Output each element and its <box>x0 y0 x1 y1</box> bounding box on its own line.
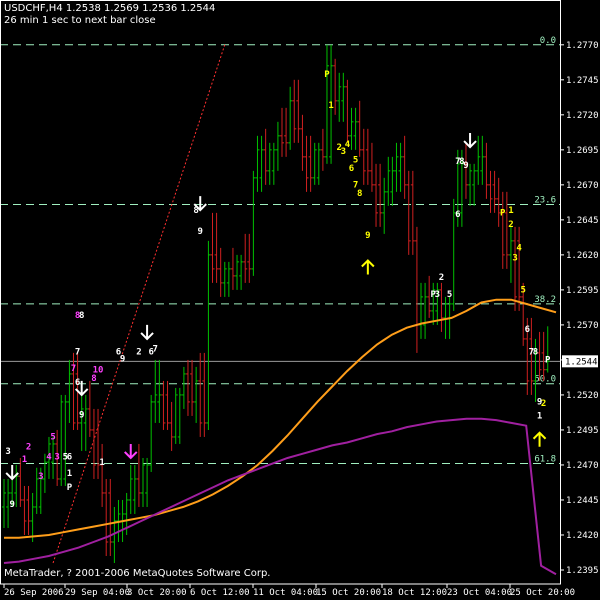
wave-label: P <box>545 356 551 366</box>
y-tick-label: 1.2420 <box>566 531 599 541</box>
y-tick-label: 1.2595 <box>566 286 599 296</box>
x-tick-label: 26 Sep 2006 <box>4 588 64 598</box>
wave-label: 10 <box>93 366 104 376</box>
y-tick-label: 1.2445 <box>566 496 599 506</box>
copyright-text: MetaTrader, ? 2001-2006 MetaQuotes Softw… <box>4 568 271 579</box>
wave-label: 1 <box>99 458 104 468</box>
x-tick-label: 23 Oct 04:00 <box>447 588 512 598</box>
wave-label: 3 <box>54 452 59 462</box>
current-price-label: 1.2544 <box>565 357 598 367</box>
wave-label: 6 <box>349 164 354 174</box>
wave-label: 3 <box>38 472 43 482</box>
wave-label: P <box>500 209 506 219</box>
wave-label: 2 <box>136 347 141 357</box>
wave-label: 4 <box>46 452 52 462</box>
wave-label: 7 <box>153 345 158 355</box>
x-tick-label: 15 Oct 20:00 <box>316 588 381 598</box>
wave-label: 1 <box>508 206 513 216</box>
x-tick-label: 29 Sep 04:00 <box>65 588 130 598</box>
y-tick-label: 1.2720 <box>566 111 599 121</box>
wave-label: 6 <box>525 325 530 335</box>
y-tick-label: 1.2695 <box>566 146 599 156</box>
bar-timer: 26 min 1 sec to next bar close <box>4 15 156 26</box>
symbol-header: USDCHF,H4 1.2538 1.2569 1.2536 1.2544 <box>4 3 216 14</box>
y-tick-label: 1.2745 <box>566 76 599 86</box>
y-tick-label: 1.2620 <box>566 251 599 261</box>
x-tick-label: 18 Oct 12:00 <box>382 588 447 598</box>
wave-label: 9 <box>79 410 84 420</box>
wave-label: 9 <box>198 227 203 237</box>
wave-label: 5 <box>520 286 525 296</box>
y-tick-label: 1.2470 <box>566 461 599 471</box>
wave-label: 7 <box>71 364 76 374</box>
fib-label-23.6: 23.6 <box>534 195 556 205</box>
wave-label: 2 <box>508 220 513 230</box>
wave-label: 1 <box>67 469 72 479</box>
x-tick-label: 3 Oct 20:00 <box>127 588 187 598</box>
wave-label: 8 <box>193 206 198 216</box>
wave-label: 6 <box>67 452 72 462</box>
wave-label: 5 <box>447 290 452 300</box>
y-tick-label: 1.2395 <box>566 566 599 576</box>
fib-label-0.0: 0.0 <box>540 36 556 46</box>
wave-label: 6 <box>75 378 80 388</box>
wave-label: 9 <box>120 354 125 364</box>
wave-label: 3 <box>435 290 440 300</box>
wave-label: 9 <box>463 161 468 171</box>
wave-label: 8 <box>357 189 362 199</box>
x-tick-label: 11 Oct 04:00 <box>253 588 318 598</box>
wave-label: 7 <box>75 347 80 357</box>
wave-label: 4 <box>345 140 351 150</box>
y-tick-label: 1.2495 <box>566 426 599 436</box>
wave-label: P <box>324 70 330 80</box>
y-tick-label: 1.2520 <box>566 391 599 401</box>
x-tick-label: 6 Oct 12:00 <box>190 588 250 598</box>
wave-label: 2 <box>26 443 31 453</box>
wave-label: 4 <box>516 244 522 254</box>
wave-label: 8 <box>533 347 538 357</box>
fib-label-38.2: 38.2 <box>534 295 556 305</box>
wave-label: 1 <box>22 455 27 465</box>
y-tick-label: 1.2670 <box>566 181 599 191</box>
x-tick-label: 25 Oct 20:00 <box>510 588 575 598</box>
y-tick-label: 1.2570 <box>566 321 599 331</box>
y-tick-label: 1.2645 <box>566 216 599 226</box>
wave-label: 6 <box>455 210 460 220</box>
wave-label: P <box>67 483 73 493</box>
wave-label: 1 <box>328 101 333 111</box>
fib-label-61.8: 61.8 <box>534 455 556 465</box>
wave-label: 1 <box>537 412 542 422</box>
price-chart[interactable]: 0.023.638.250.061.8 39123453 561P78876981… <box>0 0 600 600</box>
wave-label: 9 <box>9 500 14 510</box>
wave-label: 2 <box>439 273 444 283</box>
wave-label: 3 <box>512 253 517 263</box>
wave-label: 3 <box>5 447 10 457</box>
y-tick-label: 1.2770 <box>566 41 599 51</box>
wave-label: 9 <box>365 231 370 241</box>
fib-label-50.0: 50.0 <box>534 375 556 385</box>
wave-label: 8 <box>79 311 84 321</box>
wave-label: 2 <box>541 399 546 409</box>
wave-label: 5 <box>50 433 55 443</box>
